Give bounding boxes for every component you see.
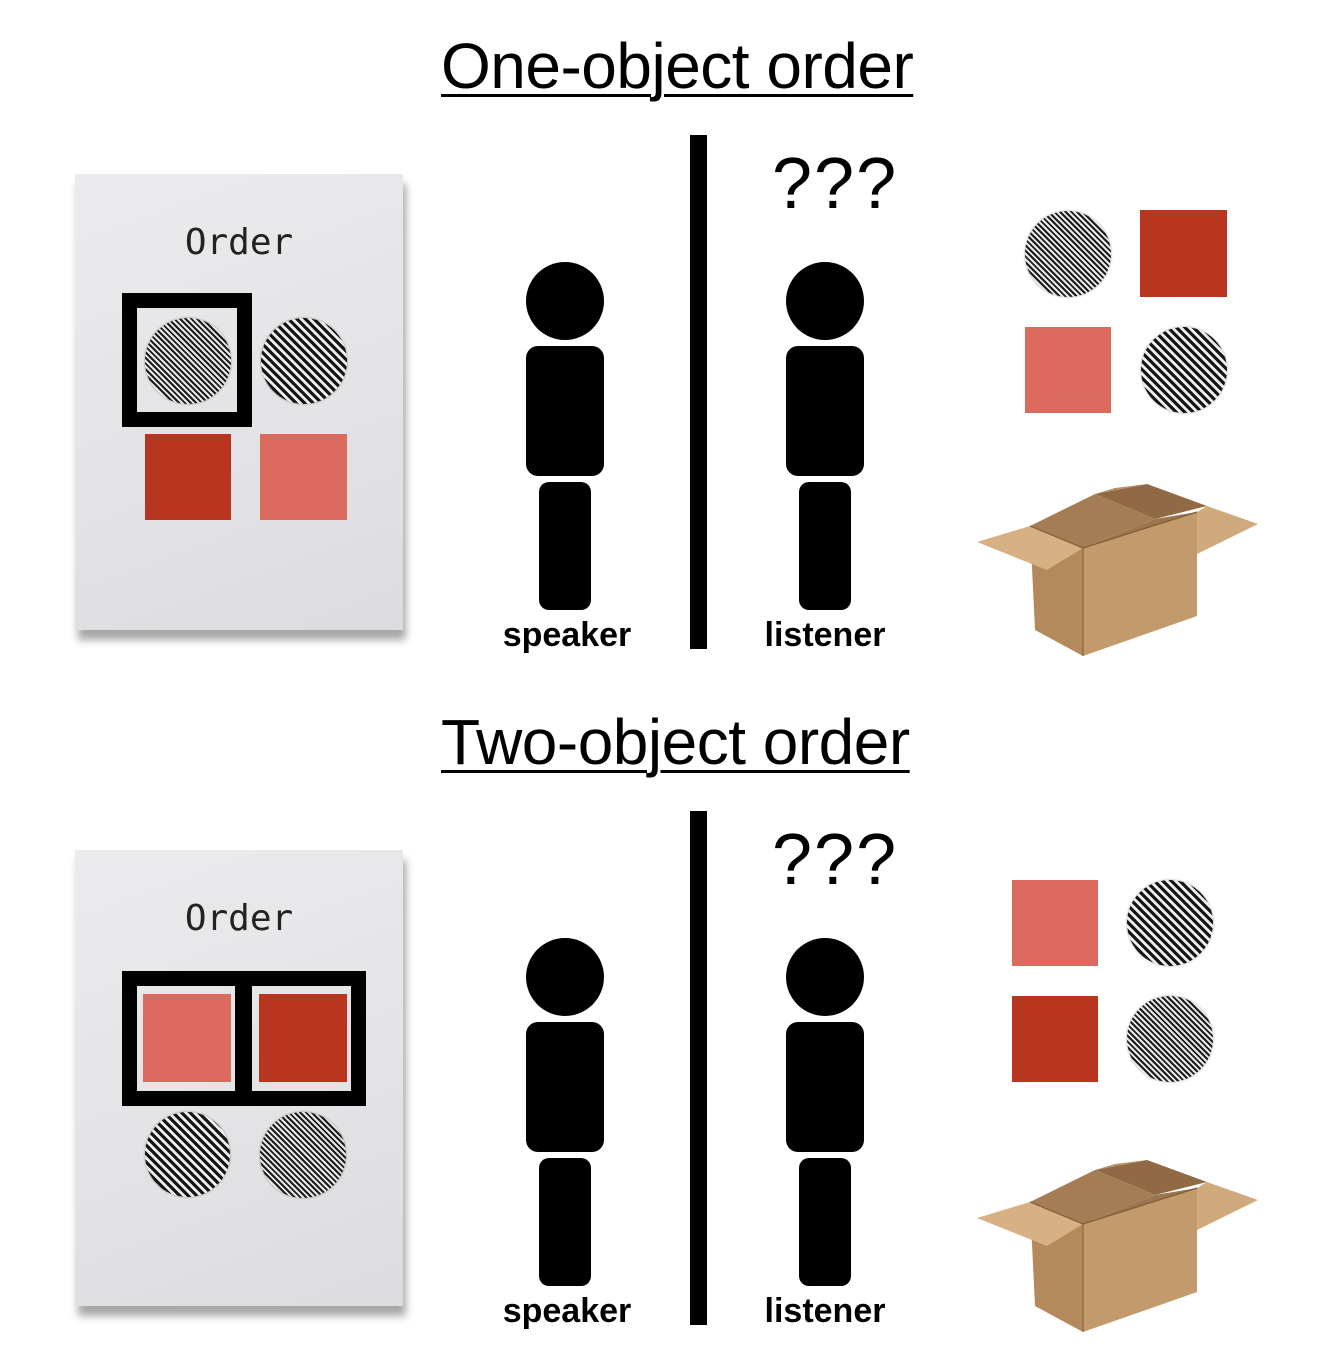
panel-two-object: Two-object order Order speaker ??? liste… — [0, 676, 1322, 1355]
striped-circle — [1025, 211, 1111, 297]
selection-frame — [122, 293, 252, 427]
figure-leg — [539, 1158, 591, 1286]
speaker-label: speaker — [502, 1292, 632, 1330]
figure-head — [526, 938, 604, 1016]
figure-leg — [799, 1158, 851, 1286]
cardboard-box — [975, 482, 1265, 659]
striped-circle — [1127, 880, 1213, 966]
panel-one-object: One-object order Order speaker ??? liste… — [0, 0, 1322, 679]
dark-red-square — [145, 434, 231, 520]
figure-head — [786, 938, 864, 1016]
figure-head — [786, 262, 864, 340]
listener-label: listener — [764, 1292, 886, 1330]
figure-body — [526, 346, 604, 476]
figure-body — [786, 1022, 864, 1152]
divider-bar — [690, 811, 707, 1325]
figure-leg — [539, 482, 591, 610]
confusion-marks: ??? — [772, 820, 899, 900]
order-paper: Order — [75, 850, 403, 1306]
light-red-square — [1025, 327, 1111, 413]
box-icon — [977, 482, 1258, 656]
confusion-marks: ??? — [772, 144, 899, 224]
striped-circle — [145, 1112, 230, 1197]
panel-title: Two-object order — [441, 706, 910, 778]
figure-leg — [799, 482, 851, 610]
listener-label: listener — [764, 616, 886, 654]
light-red-square — [260, 434, 347, 520]
figure-body — [526, 1022, 604, 1152]
light-red-square — [1012, 880, 1098, 966]
cardboard-box — [975, 1158, 1265, 1335]
striped-circle — [261, 318, 347, 404]
striped-circle — [1141, 327, 1227, 413]
striped-circle — [1127, 996, 1213, 1082]
order-label: Order — [184, 222, 294, 263]
selection-frame — [122, 971, 250, 1106]
selection-frame — [237, 971, 366, 1106]
dark-red-square — [1140, 210, 1227, 297]
order-paper: Order — [75, 174, 403, 630]
figure-body — [786, 346, 864, 476]
striped-circle — [260, 1112, 346, 1198]
box-icon — [977, 1158, 1258, 1332]
order-label: Order — [184, 898, 294, 939]
panel-title: One-object order — [441, 30, 914, 102]
dark-red-square — [1012, 996, 1098, 1082]
figure-head — [526, 262, 604, 340]
speaker-label: speaker — [502, 616, 632, 654]
divider-bar — [690, 135, 707, 649]
